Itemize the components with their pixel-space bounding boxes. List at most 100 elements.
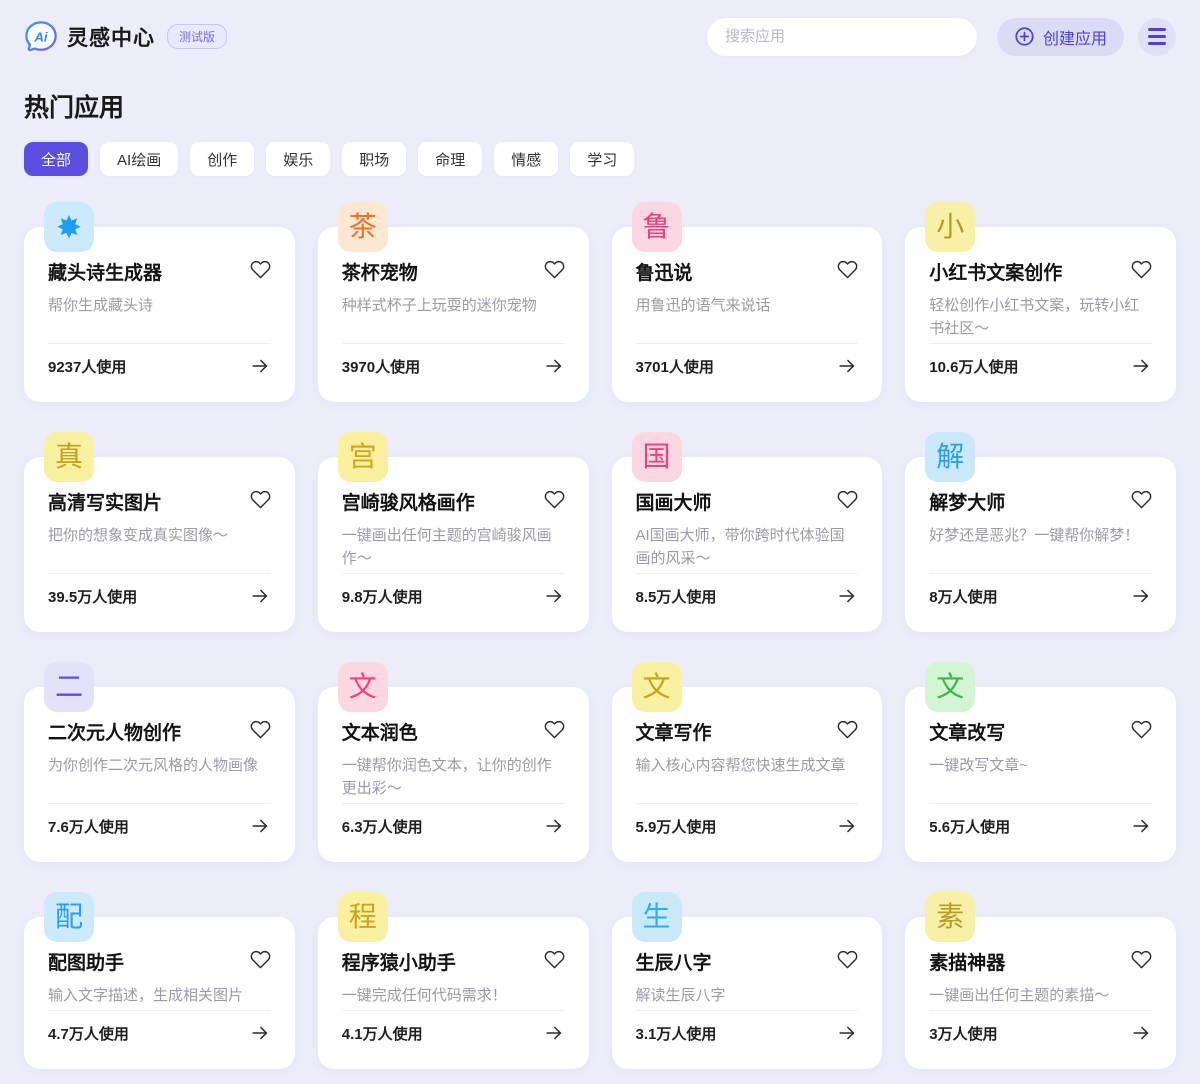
favorite-heart-icon[interactable] <box>1131 948 1152 970</box>
usage-count: 4.1万人使用 <box>342 1023 423 1044</box>
app-description: 一键完成任何代码需求！ <box>342 984 565 1010</box>
usage-count: 39.5万人使用 <box>48 586 137 607</box>
open-arrow-icon[interactable] <box>836 1022 858 1044</box>
favorite-heart-icon[interactable] <box>250 948 271 970</box>
app-title: 小红书文案创作 <box>929 258 1062 285</box>
usage-count: 8.5万人使用 <box>636 586 717 607</box>
app-card[interactable]: 宫崎骏风格画作 一键画出任何主题的宫崎骏风画作～ 9.8万人使用 <box>318 457 589 632</box>
char-icon: 程 <box>338 892 388 942</box>
favorite-heart-icon[interactable] <box>544 718 565 740</box>
svg-text:Ai: Ai <box>33 29 48 44</box>
favorite-heart-icon[interactable] <box>1131 718 1152 740</box>
app-description: 用鲁迅的语气来说话 <box>636 294 859 343</box>
open-arrow-icon[interactable] <box>249 585 271 607</box>
open-arrow-icon[interactable] <box>543 355 565 377</box>
usage-count: 3701人使用 <box>636 356 714 377</box>
app-card-cell: 二 二次元人物创作 为你创作二次元风格的人物画像 7.6万人使用 <box>24 662 295 862</box>
app-card[interactable]: 文本润色 一键帮你润色文本，让你的创作更出彩～ 6.3万人使用 <box>318 687 589 862</box>
favorite-heart-icon[interactable] <box>250 488 271 510</box>
favorite-heart-icon[interactable] <box>837 718 858 740</box>
tab-fortune[interactable]: 命理 <box>418 142 482 176</box>
app-card-cell: 鲁 鲁迅说 用鲁迅的语气来说话 3701人使用 <box>612 202 883 402</box>
open-arrow-icon[interactable] <box>249 1022 271 1044</box>
app-card-cell: 小 小红书文案创作 轻松创作小红书文案，玩转小红书社区～ 10.6万人使用 <box>905 202 1176 402</box>
favorite-heart-icon[interactable] <box>544 488 565 510</box>
open-arrow-icon[interactable] <box>543 815 565 837</box>
app-card[interactable]: 鲁迅说 用鲁迅的语气来说话 3701人使用 <box>612 227 883 402</box>
app-card[interactable]: 茶杯宠物 种样式杯子上玩耍的迷你宠物 3970人使用 <box>318 227 589 402</box>
app-title: 解梦大师 <box>929 488 1005 515</box>
app-description: 把你的想象变成真实图像～ <box>48 524 271 573</box>
app-card[interactable]: 藏头诗生成器 帮你生成藏头诗 9237人使用 <box>24 227 295 402</box>
app-card[interactable]: 二次元人物创作 为你创作二次元风格的人物画像 7.6万人使用 <box>24 687 295 862</box>
char-icon: 茶 <box>338 202 388 252</box>
open-arrow-icon[interactable] <box>1130 815 1152 837</box>
app-title: 国画大师 <box>636 488 712 515</box>
plus-circle-icon <box>1014 26 1035 47</box>
app-card[interactable]: 国画大师 AI国画大师，带你跨时代体验国画的风采～ 8.5万人使用 <box>612 457 883 632</box>
app-card-cell: 文 文章写作 输入核心内容帮您快速生成文章 5.9万人使用 <box>612 662 883 862</box>
char-icon: 宫 <box>338 432 388 482</box>
usage-count: 3万人使用 <box>929 1023 997 1044</box>
char-icon: 文 <box>338 662 388 712</box>
char-icon: 文 <box>632 662 682 712</box>
favorite-heart-icon[interactable] <box>544 258 565 280</box>
create-app-button[interactable]: 创建应用 <box>997 18 1124 56</box>
app-card[interactable]: 文章写作 输入核心内容帮您快速生成文章 5.9万人使用 <box>612 687 883 862</box>
favorite-heart-icon[interactable] <box>1131 258 1152 280</box>
logo-bubble-icon: Ai <box>24 20 58 54</box>
open-arrow-icon[interactable] <box>1130 1022 1152 1044</box>
app-card[interactable]: 高清写实图片 把你的想象变成真实图像～ 39.5万人使用 <box>24 457 295 632</box>
app-card[interactable]: 文章改写 一键改写文章~ 5.6万人使用 <box>905 687 1176 862</box>
open-arrow-icon[interactable] <box>836 355 858 377</box>
favorite-heart-icon[interactable] <box>250 718 271 740</box>
search-input[interactable] <box>707 18 977 56</box>
app-title: 文章写作 <box>636 718 712 745</box>
burst-star-icon: ✸ <box>44 202 94 252</box>
tab-creation[interactable]: 创作 <box>190 142 254 176</box>
tab-workplace[interactable]: 职场 <box>342 142 406 176</box>
app-description: 一键改写文章~ <box>929 754 1152 803</box>
app-grid: ✸ 藏头诗生成器 帮你生成藏头诗 9237人使用 茶 茶杯宠物 <box>24 202 1176 1069</box>
app-description: 帮你生成藏头诗 <box>48 294 271 343</box>
open-arrow-icon[interactable] <box>249 355 271 377</box>
tab-emotion[interactable]: 情感 <box>494 142 558 176</box>
char-icon: 文 <box>925 662 975 712</box>
app-card[interactable]: 小红书文案创作 轻松创作小红书文案，玩转小红书社区～ 10.6万人使用 <box>905 227 1176 402</box>
open-arrow-icon[interactable] <box>1130 585 1152 607</box>
tab-all[interactable]: 全部 <box>24 142 88 176</box>
app-description: 好梦还是恶兆？一键帮你解梦！ <box>929 524 1152 573</box>
app-card-cell: 程 程序猿小助手 一键完成任何代码需求！ 4.1万人使用 <box>318 892 589 1069</box>
create-app-label: 创建应用 <box>1043 25 1107 49</box>
favorite-heart-icon[interactable] <box>837 948 858 970</box>
char-icon: 鲁 <box>632 202 682 252</box>
open-arrow-icon[interactable] <box>249 815 271 837</box>
usage-count: 10.6万人使用 <box>929 356 1018 377</box>
open-arrow-icon[interactable] <box>543 585 565 607</box>
favorite-heart-icon[interactable] <box>837 488 858 510</box>
app-card-cell: 宫 宫崎骏风格画作 一键画出任何主题的宫崎骏风画作～ 9.8万人使用 <box>318 432 589 632</box>
open-arrow-icon[interactable] <box>543 1022 565 1044</box>
tab-study[interactable]: 学习 <box>570 142 634 176</box>
app-description: 轻松创作小红书文案，玩转小红书社区～ <box>929 294 1152 343</box>
favorite-heart-icon[interactable] <box>1131 488 1152 510</box>
app-title: 高清写实图片 <box>48 488 162 515</box>
favorite-heart-icon[interactable] <box>250 258 271 280</box>
app-title: 生辰八字 <box>636 948 712 975</box>
favorite-heart-icon[interactable] <box>837 258 858 280</box>
favorite-heart-icon[interactable] <box>544 948 565 970</box>
app-card[interactable]: 解梦大师 好梦还是恶兆？一键帮你解梦！ 8万人使用 <box>905 457 1176 632</box>
char-icon: 真 <box>44 432 94 482</box>
beta-badge: 测试版 <box>167 24 227 49</box>
app-logo: Ai 灵感中心 测试版 <box>24 20 227 54</box>
app-description: 一键画出任何主题的宫崎骏风画作～ <box>342 524 565 573</box>
char-icon: 小 <box>925 202 975 252</box>
open-arrow-icon[interactable] <box>836 585 858 607</box>
open-arrow-icon[interactable] <box>836 815 858 837</box>
hamburger-menu-button[interactable] <box>1138 18 1176 56</box>
open-arrow-icon[interactable] <box>1130 355 1152 377</box>
tab-ai-painting[interactable]: AI绘画 <box>100 142 178 176</box>
tab-entertainment[interactable]: 娱乐 <box>266 142 330 176</box>
app-description: 输入核心内容帮您快速生成文章 <box>636 754 859 803</box>
app-card-cell: 文 文章改写 一键改写文章~ 5.6万人使用 <box>905 662 1176 862</box>
